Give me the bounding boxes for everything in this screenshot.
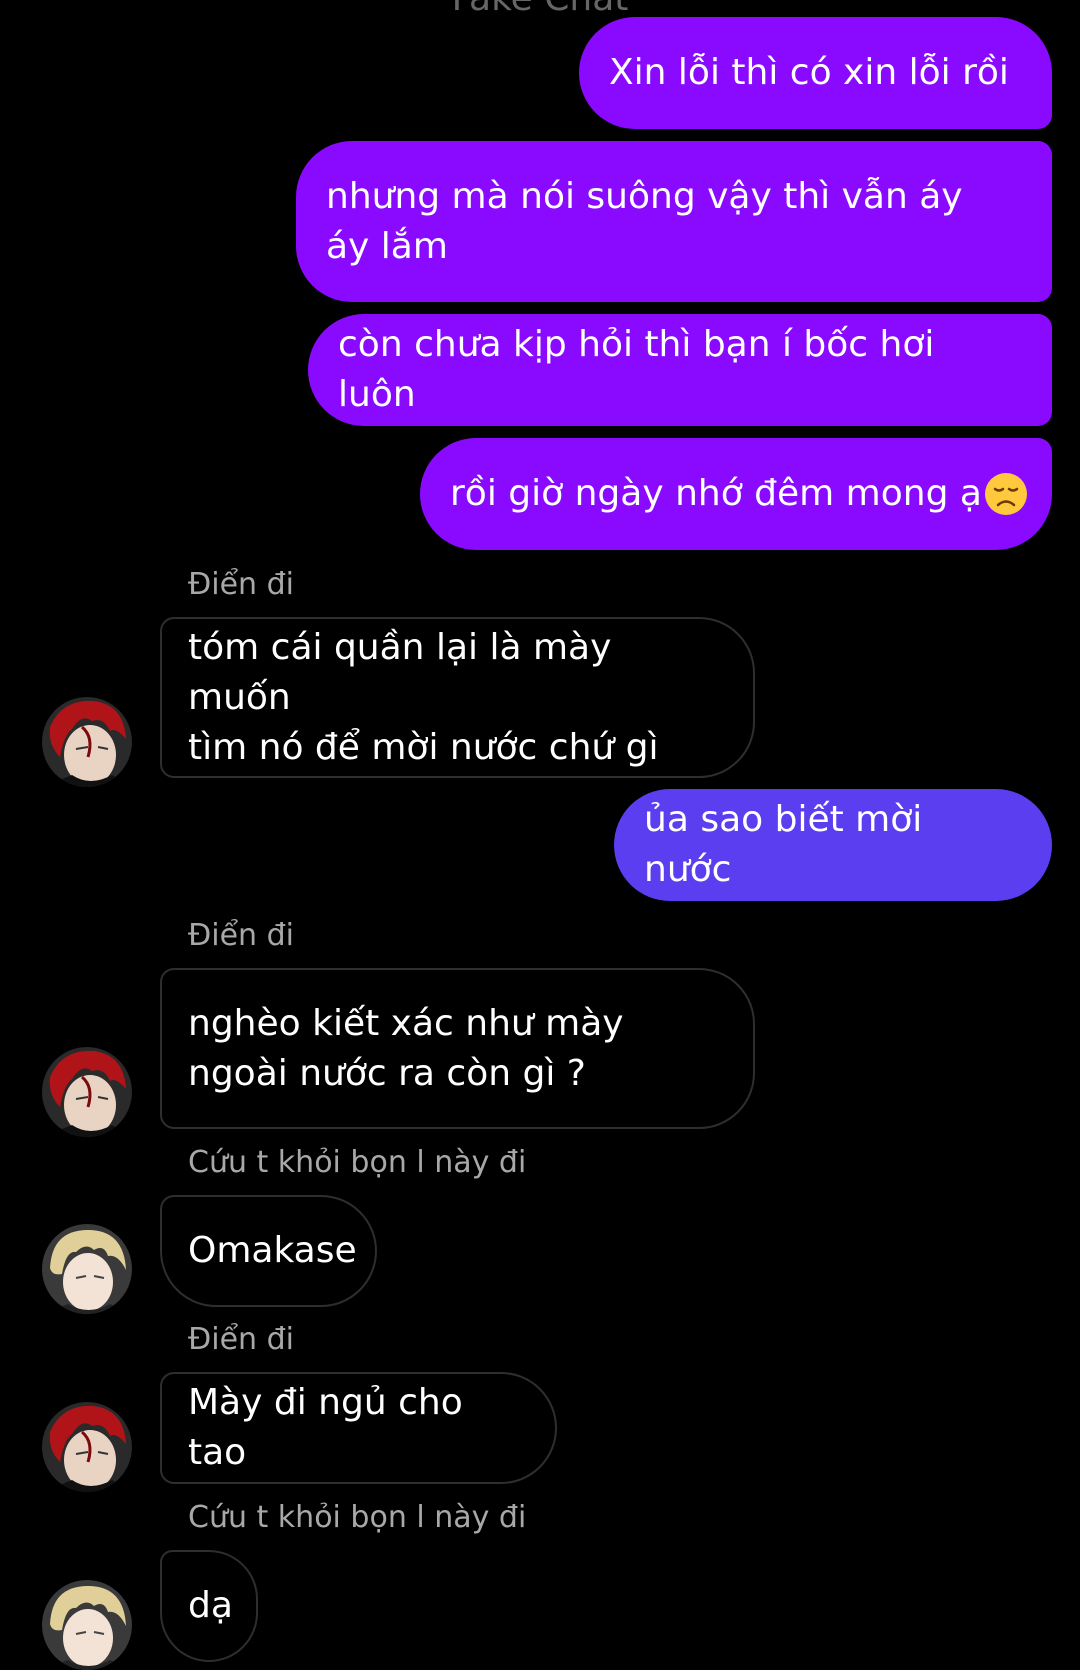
outgoing-message[interactable]: còn chưa kịp hỏi thì bạn í bốc hơi luôn: [308, 314, 1052, 426]
message-text: tóm cái quần lại là mày muốn tìm nó để m…: [188, 626, 659, 768]
avatar[interactable]: [42, 697, 132, 787]
sender-name: Điển đi: [188, 918, 294, 953]
message-text: nghèo kiết xác như mày ngoài nước ra còn…: [188, 1002, 624, 1094]
message-text: nhưng mà nói suông vậy thì vẫn áy áy lắm: [326, 175, 963, 267]
blonde-hair-avatar-icon: [42, 1580, 132, 1670]
red-hair-avatar-icon: [42, 697, 132, 787]
avatar[interactable]: [42, 1580, 132, 1670]
message-text: Xin lỗi thì có xin lỗi rồi: [609, 52, 1009, 93]
incoming-message[interactable]: dạ: [160, 1550, 258, 1662]
disappointed-face-icon: [984, 473, 1027, 515]
message-text: Omakase: [188, 1230, 357, 1271]
sender-name: Điển đi: [188, 1322, 294, 1357]
message-text: còn chưa kịp hỏi thì bạn í bốc hơi luôn: [338, 324, 935, 415]
message-text: Mày đi ngủ cho tao: [188, 1382, 463, 1473]
blonde-hair-avatar-icon: [42, 1224, 132, 1314]
outgoing-message[interactable]: Xin lỗi thì có xin lỗi rồi: [579, 17, 1052, 129]
sender-name: Cứu t khỏi bọn l này đi: [188, 1145, 527, 1180]
red-hair-avatar-icon: [42, 1047, 132, 1137]
red-hair-avatar-icon: [42, 1402, 132, 1492]
incoming-message[interactable]: tóm cái quần lại là mày muốn tìm nó để m…: [160, 617, 755, 778]
avatar[interactable]: [42, 1047, 132, 1137]
incoming-message[interactable]: nghèo kiết xác như mày ngoài nước ra còn…: [160, 968, 755, 1129]
outgoing-message[interactable]: nhưng mà nói suông vậy thì vẫn áy áy lắm: [296, 141, 1052, 302]
outgoing-message[interactable]: rồi giờ ngày nhớ đêm mong ạ: [420, 438, 1052, 550]
avatar[interactable]: [42, 1402, 132, 1492]
message-text: ủa sao biết mời nước: [644, 799, 923, 890]
message-text: dạ: [188, 1585, 233, 1626]
incoming-message[interactable]: Omakase: [160, 1195, 377, 1307]
sender-name: Cứu t khỏi bọn l này đi: [188, 1500, 527, 1535]
message-text: rồi giờ ngày nhớ đêm mong ạ: [450, 473, 982, 514]
sender-name: Điển đi: [188, 567, 294, 602]
avatar[interactable]: [42, 1224, 132, 1314]
outgoing-message[interactable]: ủa sao biết mời nước: [614, 789, 1052, 901]
incoming-message[interactable]: Mày đi ngủ cho tao: [160, 1372, 557, 1484]
